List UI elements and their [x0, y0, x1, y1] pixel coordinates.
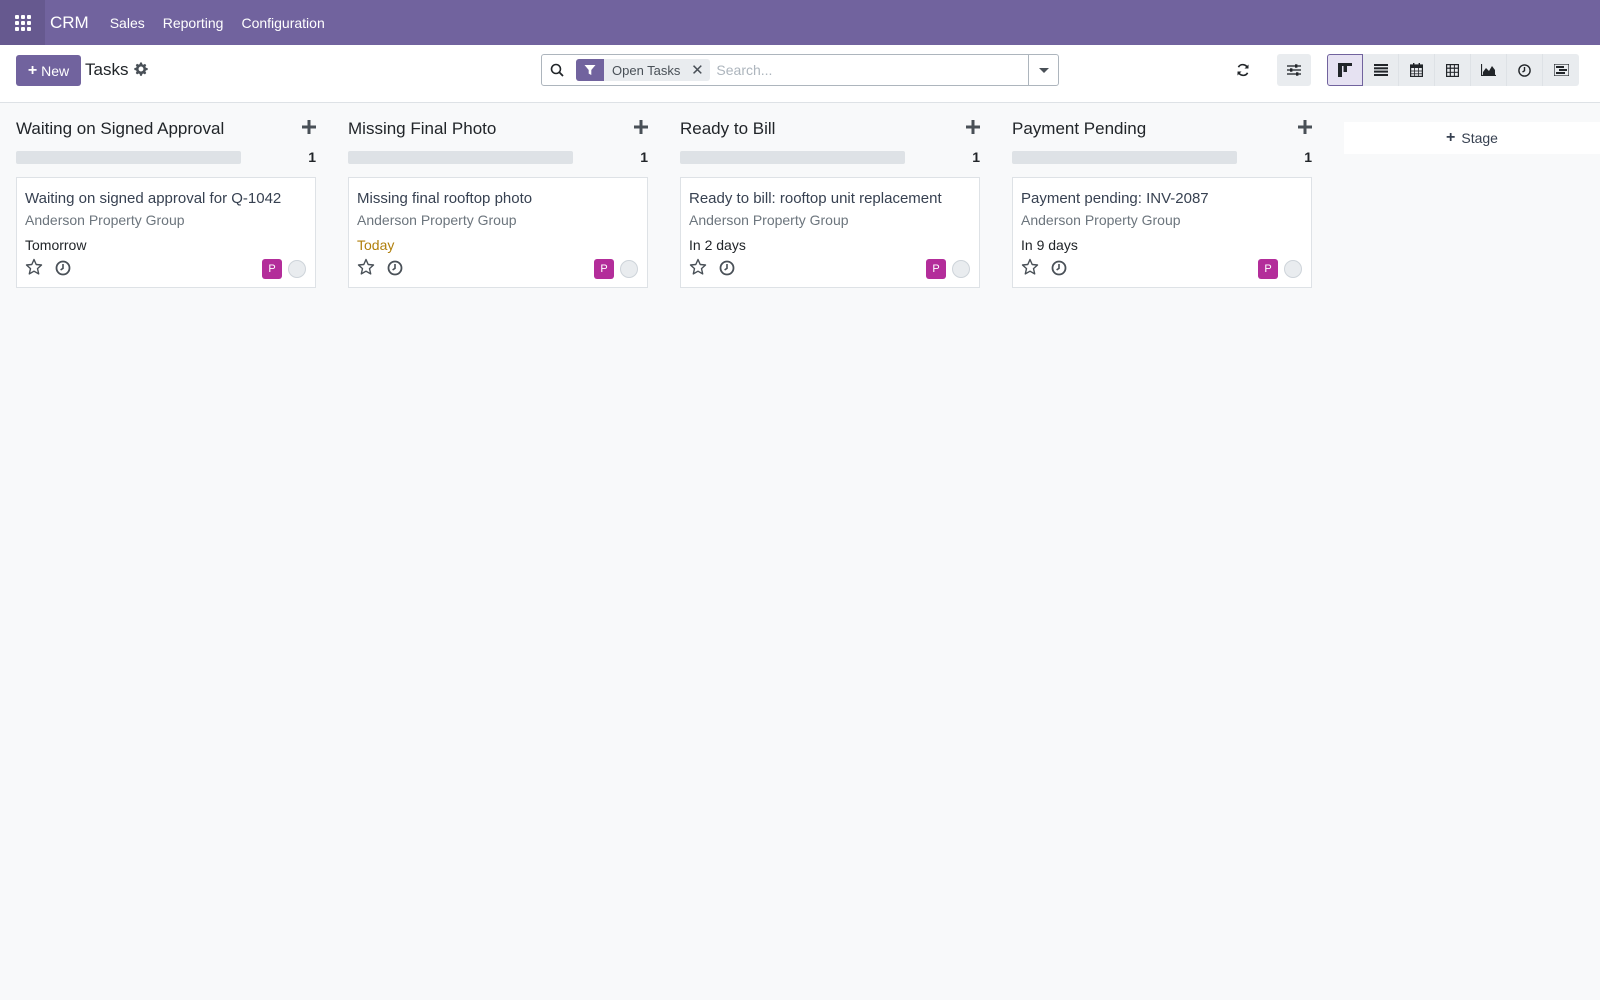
add-stage-label: Stage [1461, 130, 1498, 146]
column-count: 1 [972, 149, 980, 165]
column-title[interactable]: Waiting on Signed Approval [16, 119, 224, 139]
facet-label: Open Tasks [612, 62, 681, 78]
gantt-icon [1553, 64, 1569, 76]
close-icon[interactable]: ✕ [688, 61, 706, 79]
avatar[interactable]: P [262, 259, 282, 279]
column-progress-bar[interactable] [680, 151, 905, 164]
card-title: Missing final rooftop photo [357, 190, 533, 207]
status-circle[interactable] [288, 260, 306, 278]
plus-icon[interactable] [966, 120, 980, 134]
area-chart-icon [1481, 64, 1496, 76]
kanban-card[interactable]: Waiting on signed approval for Q-1042 An… [16, 177, 316, 288]
new-button[interactable]: + New [16, 55, 81, 86]
avatar[interactable]: P [594, 259, 614, 279]
clock-icon [1518, 63, 1531, 77]
card-title: Payment pending: INV-2087 [1021, 190, 1209, 207]
status-circle[interactable] [952, 260, 970, 278]
add-stage-button[interactable]: + Stage [1344, 122, 1600, 154]
control-panel: + New Tasks Open Tasks ✕ [0, 45, 1600, 103]
card-partner: Anderson Property Group [1021, 212, 1181, 228]
search-input[interactable] [710, 56, 1028, 84]
chevron-down-icon [1038, 67, 1049, 73]
search-options-toggle[interactable] [1028, 55, 1058, 85]
column-title[interactable]: Missing Final Photo [348, 119, 496, 139]
top-navbar: CRM Sales Reporting Configuration [0, 0, 1600, 45]
gantt-view-button[interactable] [1543, 54, 1579, 86]
column-title[interactable]: Payment Pending [1012, 119, 1146, 139]
search-facet: Open Tasks ✕ [576, 59, 711, 81]
filter-icon [576, 59, 604, 81]
kanban-card[interactable]: Ready to bill: rooftop unit replacement … [680, 177, 980, 288]
plus-icon[interactable] [1298, 120, 1312, 134]
settings-sliders-button[interactable] [1277, 54, 1311, 86]
apps-grid-icon [14, 14, 31, 31]
list-view-button[interactable] [1363, 54, 1399, 86]
table-icon [1446, 63, 1459, 77]
search-bar: Open Tasks ✕ [541, 54, 1059, 86]
apps-menu-button[interactable] [0, 0, 45, 45]
column-progress-bar[interactable] [1012, 151, 1237, 164]
page-title: Tasks [85, 60, 129, 79]
avatar[interactable]: P [926, 259, 946, 279]
card-deadline: Today [357, 237, 395, 253]
column-count: 1 [1304, 149, 1312, 165]
card-title: Waiting on signed approval for Q-1042 [25, 190, 282, 207]
refresh-icon [1237, 63, 1249, 77]
star-icon[interactable] [689, 258, 707, 276]
column-progress-bar[interactable] [348, 151, 573, 164]
card-deadline: In 9 days [1021, 237, 1078, 253]
column-count: 1 [308, 149, 316, 165]
card-partner: Anderson Property Group [357, 212, 517, 228]
search-icon[interactable] [542, 63, 572, 77]
card-deadline: Tomorrow [25, 237, 87, 253]
card-deadline: In 2 days [689, 237, 746, 253]
activity-view-button[interactable] [1507, 54, 1543, 86]
avatar[interactable]: P [1258, 259, 1278, 279]
sliders-icon [1287, 64, 1301, 76]
kanban-card[interactable]: Payment pending: INV-2087 Anderson Prope… [1012, 177, 1312, 288]
status-circle[interactable] [1284, 260, 1302, 278]
plus-icon: + [1446, 129, 1456, 146]
calendar-icon [1410, 63, 1423, 77]
card-partner: Anderson Property Group [689, 212, 849, 228]
menu-sales[interactable]: Sales [101, 15, 154, 31]
plus-icon[interactable] [302, 120, 316, 134]
clock-icon[interactable] [1050, 259, 1068, 277]
card-title: Ready to bill: rooftop unit replacement [689, 190, 942, 207]
refresh-button[interactable] [1232, 59, 1254, 81]
new-button-label: New [41, 62, 70, 79]
pivot-view-button[interactable] [1435, 54, 1471, 86]
kanban-view-button[interactable] [1327, 54, 1363, 86]
menu-reporting[interactable]: Reporting [154, 15, 233, 31]
column-progress-bar[interactable] [16, 151, 241, 164]
card-partner: Anderson Property Group [25, 212, 185, 228]
column-count: 1 [640, 149, 648, 165]
graph-view-button[interactable] [1471, 54, 1507, 86]
column-title[interactable]: Ready to Bill [680, 119, 775, 139]
calendar-view-button[interactable] [1399, 54, 1435, 86]
plus-icon: + [27, 61, 38, 79]
kanban-card[interactable]: Missing final rooftop photo Anderson Pro… [348, 177, 648, 288]
status-circle[interactable] [620, 260, 638, 278]
clock-icon[interactable] [718, 259, 736, 277]
star-icon[interactable] [357, 258, 375, 276]
menu-configuration[interactable]: Configuration [232, 15, 333, 31]
clock-icon[interactable] [386, 259, 404, 277]
view-switcher [1327, 54, 1579, 86]
plus-icon[interactable] [634, 120, 648, 134]
star-icon[interactable] [25, 258, 43, 276]
star-icon[interactable] [1021, 258, 1039, 276]
app-brand[interactable]: CRM [50, 13, 89, 33]
clock-icon[interactable] [54, 259, 72, 277]
kanban-icon [1338, 63, 1352, 77]
list-icon [1373, 64, 1388, 76]
gear-icon[interactable] [134, 62, 148, 76]
